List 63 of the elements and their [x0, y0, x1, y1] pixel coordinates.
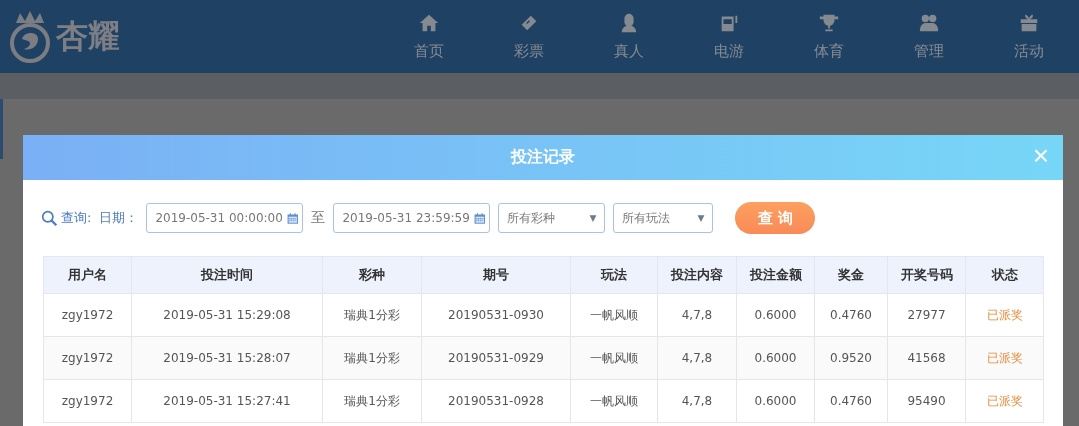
table-cell: 20190531-0928	[421, 379, 571, 423]
table-cell: 瑞典1分彩	[322, 379, 422, 423]
table-cell: 95490	[887, 379, 966, 423]
table-cell: 0.6000	[736, 293, 815, 337]
status-cell: 已派奖	[965, 379, 1044, 423]
table-cell: 4,7,8	[657, 379, 737, 423]
table-cell: 2019-05-31 15:27:41	[131, 379, 323, 423]
table-cell: 0.4760	[814, 379, 888, 423]
range-separator: 至	[311, 209, 326, 227]
table-cell: 4,7,8	[657, 336, 737, 380]
table-cell: 2019-05-31 15:29:08	[131, 293, 323, 337]
dialog-title: 投注记录	[511, 147, 575, 168]
table-cell: zgy1972	[43, 336, 132, 380]
column-header: 用户名	[43, 256, 132, 294]
table-cell: 41568	[887, 336, 966, 380]
nav-item[interactable]: 电游	[679, 12, 779, 61]
nav-item[interactable]: 管理	[879, 12, 979, 61]
trophy-icon	[818, 12, 840, 34]
status-cell: 已派奖	[965, 336, 1044, 380]
table-cell: 一帆风顺	[570, 336, 658, 380]
column-header: 投注时间	[131, 256, 323, 294]
close-button[interactable]: ×	[1028, 141, 1053, 171]
query-button[interactable]: 查 询	[735, 202, 816, 234]
table-cell: 20190531-0929	[421, 336, 571, 380]
table-cell: 0.9520	[814, 336, 888, 380]
table-cell: 0.4760	[814, 293, 888, 337]
status-cell: 已派奖	[965, 293, 1044, 337]
lottery-select[interactable]: 所有彩种 ▼	[498, 203, 606, 233]
table-cell: 2019-05-31 15:28:07	[131, 336, 323, 380]
table-cell: 0.6000	[736, 336, 815, 380]
users-icon	[918, 12, 940, 34]
column-header: 投注内容	[657, 256, 737, 294]
table-cell: 27977	[887, 293, 966, 337]
table-cell: 一帆风顺	[570, 379, 658, 423]
nav-item[interactable]: 彩票	[479, 12, 579, 61]
column-header: 开奖号码	[887, 256, 966, 294]
table-cell: zgy1972	[43, 379, 132, 423]
table-cell: 瑞典1分彩	[322, 336, 422, 380]
column-header: 投注金额	[736, 256, 815, 294]
query-label: 查询:	[61, 209, 92, 227]
table-cell: 20190531-0930	[421, 293, 571, 337]
play-select[interactable]: 所有玩法 ▼	[613, 203, 714, 233]
nav-item[interactable]: 体育	[779, 12, 879, 61]
logo-text: 杏耀	[56, 15, 120, 57]
column-header: 彩种	[322, 256, 422, 294]
nav-item[interactable]: 首页	[379, 12, 479, 61]
table-cell: 瑞典1分彩	[322, 293, 422, 337]
start-date-field[interactable]: 2019-05-31 00:00:00	[146, 203, 304, 233]
gift-icon	[1018, 12, 1040, 34]
home-icon	[418, 12, 440, 34]
nav-item[interactable]: 活动	[979, 12, 1079, 61]
nav-item[interactable]: 真人	[579, 12, 679, 61]
table-cell: 0.6000	[736, 379, 815, 423]
date-label: 日期：	[99, 209, 139, 227]
column-header: 期号	[421, 256, 571, 294]
column-header: 玩法	[570, 256, 658, 294]
table-cell: 4,7,8	[657, 293, 737, 337]
search-icon	[41, 209, 58, 227]
table-cell: 一帆风顺	[570, 293, 658, 337]
column-header: 奖金	[814, 256, 888, 294]
column-header: 状态	[965, 256, 1044, 294]
end-date-field[interactable]: 2019-05-31 23:59:59	[333, 203, 491, 233]
table-cell: zgy1972	[43, 293, 132, 337]
